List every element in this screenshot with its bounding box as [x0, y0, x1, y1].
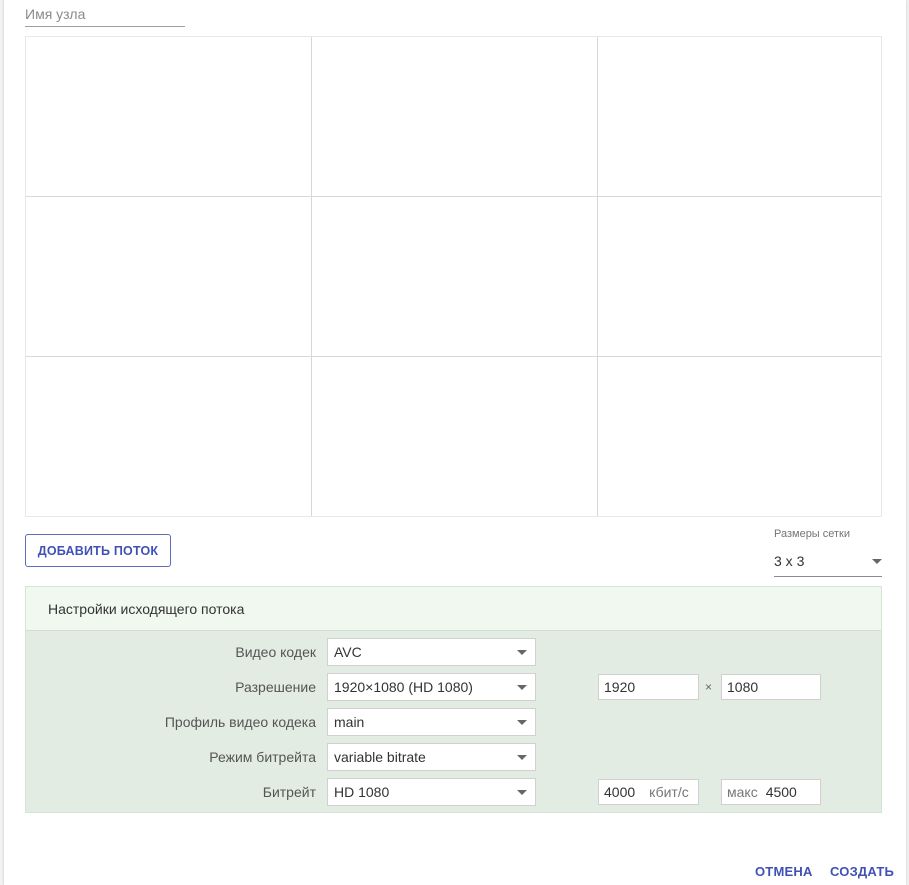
resolution-width-input[interactable]: 1920	[598, 674, 699, 700]
output-stream-settings-panel: Настройки исходящего потока Видео кодек …	[25, 586, 882, 813]
bitrate-max-input[interactable]: макс 4500	[721, 779, 821, 805]
cancel-button[interactable]: ОТМЕНА	[755, 864, 813, 879]
grid-divider-vertical	[597, 37, 598, 516]
chevron-down-icon	[517, 719, 527, 725]
bitrate-mode-label: Режим битрейта	[209, 749, 316, 765]
grid-divider-vertical	[311, 37, 312, 516]
times-sign: ×	[705, 680, 713, 694]
bitrate-label: Битрейт	[262, 784, 316, 800]
grid-size-dropdown[interactable]: 3 x 3	[774, 546, 882, 577]
grid-size-label: Размеры сетки	[774, 528, 851, 540]
bitrate-amount-value: 4000	[604, 784, 636, 800]
resolution-value: 1920×1080 (HD 1080)	[334, 679, 473, 695]
bitrate-value: HD 1080	[334, 784, 390, 800]
codec-profile-row: Профиль видео кодека main	[26, 708, 883, 736]
resolution-width-value: 1920	[604, 679, 636, 695]
codec-profile-label: Профиль видео кодека	[164, 714, 316, 730]
bitrate-select[interactable]: HD 1080	[327, 778, 536, 806]
panel-title: Настройки исходящего потока	[26, 587, 881, 631]
stream-grid	[25, 36, 882, 517]
bitrate-mode-value: variable bitrate	[334, 749, 426, 765]
node-name-input[interactable]	[25, 2, 185, 26]
node-name-field[interactable]	[25, 2, 185, 27]
codec-profile-value: main	[334, 714, 365, 730]
create-button[interactable]: СОЗДАТЬ	[830, 864, 894, 879]
chevron-down-icon	[517, 789, 527, 795]
resolution-label: Разрешение	[235, 679, 316, 695]
grid-size-select[interactable]: Размеры сетки 3 x 3	[774, 528, 882, 577]
add-stream-button[interactable]: ДОБАВИТЬ ПОТОК	[25, 534, 171, 567]
video-codec-row: Видео кодек AVC	[26, 638, 883, 666]
bitrate-max-prefix: макс	[727, 784, 758, 800]
bitrate-row: Битрейт HD 1080 4000 кбит/с макс 4500	[26, 778, 883, 806]
video-codec-value: AVC	[334, 644, 362, 660]
grid-divider-horizontal	[26, 356, 881, 357]
resolution-row: Разрешение 1920×1080 (HD 1080) 1920 × 10…	[26, 673, 883, 701]
chevron-down-icon	[517, 684, 527, 690]
resolution-select[interactable]: 1920×1080 (HD 1080)	[327, 673, 536, 701]
resolution-height-value: 1080	[727, 679, 759, 695]
bitrate-max-value: 4500	[765, 784, 797, 800]
video-codec-label: Видео кодек	[235, 644, 316, 660]
bitrate-mode-select[interactable]: variable bitrate	[327, 743, 536, 771]
chevron-down-icon	[517, 754, 527, 760]
bitrate-unit: кбит/с	[649, 784, 689, 800]
grid-divider-horizontal	[26, 196, 881, 197]
bitrate-amount-input[interactable]: 4000 кбит/с	[598, 779, 699, 805]
chevron-down-icon	[872, 558, 882, 564]
grid-size-value: 3 x 3	[774, 553, 805, 569]
codec-profile-select[interactable]: main	[327, 708, 536, 736]
video-codec-select[interactable]: AVC	[327, 638, 536, 666]
bitrate-mode-row: Режим битрейта variable bitrate	[26, 743, 883, 771]
resolution-height-input[interactable]: 1080	[721, 674, 821, 700]
chevron-down-icon	[517, 649, 527, 655]
